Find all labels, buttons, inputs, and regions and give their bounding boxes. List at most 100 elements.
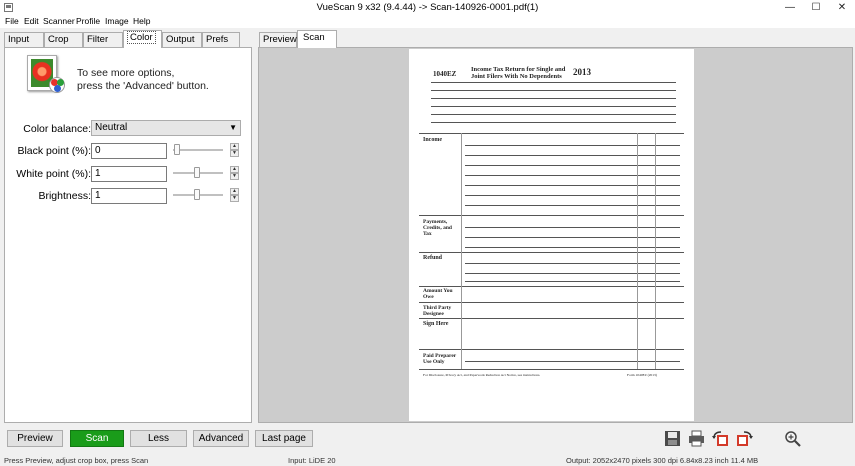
form-rule-line <box>431 98 676 99</box>
white-point-slider[interactable] <box>173 167 223 178</box>
tab-prefs[interactable]: Prefs <box>202 32 240 47</box>
print-icon[interactable] <box>688 430 705 447</box>
form-rule-line <box>419 369 684 370</box>
form-rule-line <box>465 227 680 228</box>
advanced-button[interactable]: Advanced <box>193 430 249 447</box>
chevron-down-icon: ▼ <box>229 123 237 132</box>
white-point-spinner[interactable]: ▲ ▼ <box>230 166 239 181</box>
brightness-label: Brightness: <box>38 190 91 202</box>
title-bar: VueScan 9 x32 (9.4.44) -> Scan-140926-00… <box>0 0 855 15</box>
form-rule-line <box>419 302 684 303</box>
minimize-button[interactable]: — <box>777 0 803 15</box>
form-title-line2: Joint Filers With No Dependents <box>471 73 562 80</box>
save-icon[interactable] <box>664 430 681 447</box>
form-rule-line <box>431 122 676 123</box>
form-footer-note: For Disclosure, Privacy Act, and Paperwo… <box>423 373 541 377</box>
less-button[interactable]: Less <box>130 430 187 447</box>
tab-color[interactable]: Color <box>123 30 162 48</box>
black-point-field[interactable]: 0 <box>91 143 167 159</box>
scan-button[interactable]: Scan <box>70 430 124 447</box>
form-title-line1: Income Tax Return for Single and <box>471 66 566 73</box>
menu-image[interactable]: Image <box>105 16 129 26</box>
black-point-label: Black point (%): <box>17 145 91 157</box>
form-rule-line <box>465 247 680 248</box>
section-income: Income <box>423 137 442 143</box>
status-input: Input: LiDE 20 <box>288 456 336 465</box>
tab-scan-label: Scan <box>303 32 325 43</box>
maximize-button[interactable]: ☐ <box>803 0 829 15</box>
brightness-slider-thumb[interactable] <box>194 189 200 200</box>
status-hint: Press Preview, adjust crop box, press Sc… <box>4 456 149 465</box>
form-rule-line <box>465 155 680 156</box>
form-rule-line <box>431 106 676 107</box>
section-amount-owed: Amount You Owe <box>423 288 453 300</box>
black-point-spinner[interactable]: ▲ ▼ <box>230 143 239 158</box>
rotate-right-icon[interactable] <box>736 430 753 447</box>
tab-filter[interactable]: Filter <box>83 32 123 47</box>
color-balance-label: Color balance: <box>23 123 91 135</box>
white-point-field[interactable]: 1 <box>91 166 167 182</box>
menu-scanner[interactable]: Scanner <box>43 16 75 26</box>
brightness-slider[interactable] <box>173 189 223 200</box>
advanced-hint-line2: press the 'Advanced' button. <box>77 80 209 92</box>
white-point-slider-thumb[interactable] <box>194 167 200 178</box>
form-rule-line <box>419 318 684 319</box>
form-rule-line <box>465 165 680 166</box>
preview-button[interactable]: Preview <box>7 430 63 447</box>
color-photo-icon <box>27 55 67 95</box>
brightness-field[interactable]: 1 <box>91 188 167 204</box>
form-rule-line <box>465 185 680 186</box>
last-page-button[interactable]: Last page <box>255 430 313 447</box>
form-rule-line <box>465 205 680 206</box>
menu-file[interactable]: File <box>5 16 19 26</box>
menu-profile[interactable]: Profile <box>76 16 100 26</box>
tab-scan[interactable]: Scan <box>297 30 337 48</box>
tab-preview[interactable]: Preview <box>259 32 297 47</box>
color-balance-select[interactable]: Neutral ▼ <box>91 120 241 136</box>
close-button[interactable]: ✕ <box>829 0 855 15</box>
tab-output[interactable]: Output <box>162 32 202 47</box>
section-third-party: Third Party Designee <box>423 305 452 317</box>
menu-help[interactable]: Help <box>133 16 150 26</box>
form-rule-line <box>465 263 680 264</box>
form-column-line <box>461 133 462 369</box>
form-rule-line <box>465 273 680 274</box>
form-rule-line <box>419 133 684 134</box>
form-rule-line <box>431 90 676 91</box>
advanced-hint: To see more options, press the 'Advanced… <box>77 67 209 93</box>
form-column-line <box>655 133 656 369</box>
window-title: VueScan 9 x32 (9.4.44) -> Scan-140926-00… <box>316 2 539 13</box>
status-bar: Press Preview, adjust crop box, press Sc… <box>0 454 855 466</box>
form-number: 1040EZ <box>433 70 457 78</box>
scan-preview-area[interactable]: 1040EZ Income Tax Return for Single and … <box>258 47 853 423</box>
form-rule-line <box>465 195 680 196</box>
form-rule-line <box>431 114 676 115</box>
form-rule-line <box>419 286 684 287</box>
brightness-spinner[interactable]: ▲ ▼ <box>230 188 239 203</box>
form-rule-line <box>419 215 684 216</box>
form-rule-line <box>431 82 676 83</box>
form-rule-line <box>465 361 680 362</box>
status-output: Output: 2052x2470 pixels 300 dpi 6.84x8.… <box>566 456 759 465</box>
form-footer-form: Form 1040EZ (2013) <box>627 373 657 377</box>
tab-color-label: Color <box>127 31 156 44</box>
color-balance-value: Neutral <box>95 122 128 133</box>
tab-crop[interactable]: Crop <box>44 32 83 47</box>
menu-edit[interactable]: Edit <box>24 16 39 26</box>
color-settings-panel: To see more options, press the 'Advanced… <box>4 47 252 423</box>
form-rule-line <box>465 237 680 238</box>
black-point-slider-thumb[interactable] <box>174 144 180 155</box>
scanned-page: 1040EZ Income Tax Return for Single and … <box>409 49 694 421</box>
rotate-left-icon[interactable] <box>712 430 729 447</box>
black-point-slider[interactable] <box>173 144 223 155</box>
form-rule-line <box>465 281 680 282</box>
zoom-icon[interactable] <box>784 430 801 447</box>
tab-input[interactable]: Input <box>4 32 44 47</box>
form-year: 2013 <box>573 67 591 77</box>
form-rule-line <box>465 145 680 146</box>
form-rule-line <box>419 349 684 350</box>
advanced-hint-line1: To see more options, <box>77 67 175 79</box>
menu-bar: File Edit Scanner Profile Image Help <box>0 15 855 28</box>
white-point-label: White point (%): <box>16 168 91 180</box>
section-payments: Payments, Credits, and Tax <box>423 219 452 237</box>
